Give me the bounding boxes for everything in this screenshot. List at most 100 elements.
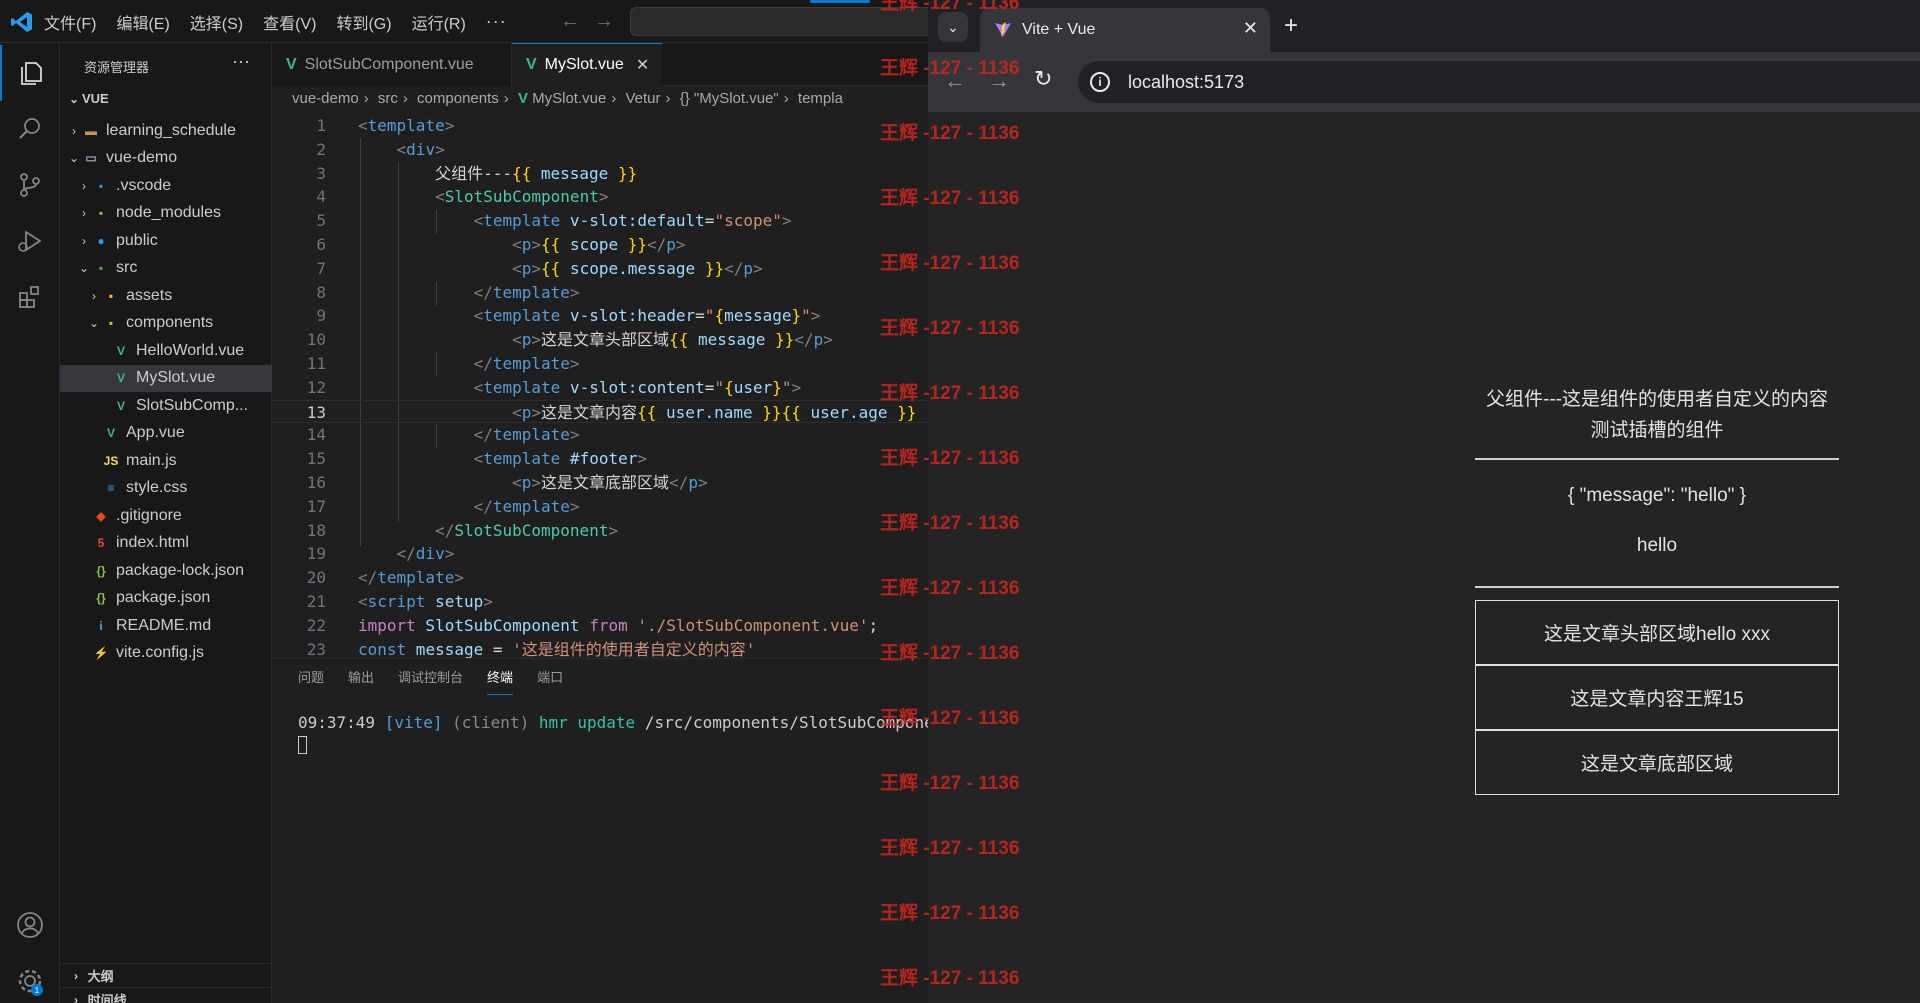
reload-icon[interactable]: ↻ (1034, 66, 1052, 92)
tree-item[interactable]: ⌄ ▪ components (60, 310, 272, 338)
outline-section[interactable]: › 大纲 (60, 963, 272, 987)
panel-tab[interactable]: 终端 (487, 667, 514, 695)
code-line[interactable]: 2 <div> (272, 138, 928, 162)
header-slot: 这是文章头部区域hello xxx (1475, 600, 1839, 665)
tree-item-label: style.css (126, 479, 188, 497)
address-bar[interactable]: i localhost:5173 (1078, 61, 1920, 103)
tree-item[interactable]: ⌄ ▭ vue-demo (60, 145, 272, 173)
code-line[interactable]: 6 <p>{{ scope }}</p> (272, 233, 928, 257)
code-line[interactable]: 4 <SlotSubComponent> (272, 185, 928, 209)
code-line[interactable]: 23 const message = '这是组件的使用者自定义的内容' (272, 638, 928, 658)
tree-item[interactable]: V SlotSubComp... (60, 392, 272, 420)
workspace-section[interactable]: ⌄ VUE (66, 91, 109, 106)
code-line[interactable]: 22 import SlotSubComponent from './SlotSu… (272, 614, 928, 638)
tree-item[interactable]: ◆ .gitignore (60, 502, 272, 530)
tree-item[interactable]: 5 index.html (60, 530, 272, 558)
menu-item[interactable]: 文件(F) (44, 10, 96, 34)
panel-tab[interactable]: 问题 (298, 667, 324, 695)
tree-item[interactable]: › ▪ assets (60, 282, 272, 310)
tree-item[interactable]: › ▪ node_modules (60, 200, 272, 228)
code-line[interactable]: 18 </SlotSubComponent> (272, 519, 928, 543)
run-debug-icon[interactable] (0, 213, 60, 269)
code-line[interactable]: 10 <p>这是文章头部区域{{ message }}</p> (272, 328, 928, 352)
tab-search-icon[interactable]: ⌄ (938, 12, 968, 42)
code-line[interactable]: 12 <template v-slot:content="{user}"> (272, 376, 928, 400)
forward-arrow-icon[interactable]: → (594, 10, 614, 32)
code-line[interactable]: 17 </template> (272, 495, 928, 519)
code-line[interactable]: 9 <template v-slot:header="{message}"> (272, 304, 928, 328)
tab-slotsubcomponent[interactable]: V SlotSubComponent.vue (272, 43, 512, 86)
breadcrumb-item[interactable]: components (417, 90, 499, 107)
code-line[interactable]: 8 </template> (272, 281, 928, 305)
tree-item[interactable]: › ● public (60, 227, 272, 255)
tree-item[interactable]: {} package-lock.json (60, 557, 272, 585)
tree-item[interactable]: ≡ style.css (60, 475, 272, 503)
tab-myslot[interactable]: V MySlot.vue ✕ (512, 43, 662, 86)
menu-item[interactable]: 运行(R) (412, 10, 466, 34)
account-icon[interactable] (0, 897, 60, 953)
settings-gear-icon[interactable]: 1 (0, 953, 60, 1003)
tree-item[interactable]: V HelloWorld.vue (60, 337, 272, 365)
tree-item[interactable]: {} package.json (60, 585, 272, 613)
code-line[interactable]: 21 <script setup> (272, 590, 928, 614)
chevron-icon: › (92, 288, 96, 303)
menu-item[interactable]: 选择(S) (190, 10, 243, 34)
tree-item[interactable]: ⚡ vite.config.js (60, 640, 272, 668)
terminal-output[interactable]: 09:37:49 [vite] (client) hmr update /src… (298, 713, 928, 758)
back-arrow-icon[interactable]: ← (560, 10, 580, 32)
explorer-more-icon[interactable]: ··· (232, 51, 250, 72)
close-tab-icon[interactable]: ✕ (636, 55, 649, 75)
tree-item-label: node_modules (116, 204, 221, 222)
vscode-logo-icon (11, 12, 32, 32)
tree-item[interactable]: V MySlot.vue (60, 364, 272, 392)
extensions-icon[interactable] (0, 269, 60, 325)
breadcrumb-item[interactable]: {} "MySlot.vue" (680, 90, 779, 107)
tree-item[interactable]: i README.md (60, 612, 272, 640)
code-line[interactable]: 14 </template> (272, 423, 928, 447)
site-info-icon[interactable]: i (1090, 72, 1110, 92)
new-tab-icon[interactable]: + (1284, 12, 1298, 40)
tree-item[interactable]: › ▪ .vscode (60, 172, 272, 200)
code-line[interactable]: 15 <template #footer> (272, 447, 928, 471)
breadcrumb-item[interactable]: Vetur (626, 90, 661, 107)
menu-item[interactable]: 查看(V) (263, 10, 316, 34)
breadcrumb-item[interactable]: src (378, 90, 398, 107)
code-line[interactable]: 7 <p>{{ scope.message }}</p> (272, 257, 928, 281)
breadcrumb-item[interactable]: templa (798, 90, 843, 107)
code-line[interactable]: 3 父组件---{{ message }} (272, 162, 928, 186)
breadcrumb-item[interactable]: MySlot.vue (532, 90, 606, 107)
tree-item[interactable]: JS main.js (60, 447, 272, 475)
source-control-icon[interactable] (0, 157, 60, 213)
code-line[interactable]: 11 </template> (272, 352, 928, 376)
code-line[interactable]: 19 </div> (272, 542, 928, 566)
search-icon[interactable] (0, 101, 60, 157)
code-text: </template> (473, 496, 580, 516)
breadcrumb-item[interactable]: vue-demo (292, 90, 359, 107)
browser-tab[interactable]: Vite + Vue ✕ (980, 8, 1270, 52)
timeline-section[interactable]: › 时间线 (60, 987, 272, 1003)
code-editor[interactable]: 1 <template> 2 <div> 3 父组件---{{ message }} 4… (272, 114, 928, 658)
folder-icon: ▬ (85, 123, 97, 138)
git-icon: ◆ (96, 508, 106, 523)
tree-item[interactable]: V App.vue (60, 420, 272, 448)
tree-item[interactable]: ⌄ ▪ src (60, 255, 272, 283)
line-number: 10 (306, 330, 326, 350)
tree-item[interactable]: › ▬ learning_schedule (60, 117, 272, 145)
line-number: 13 (306, 402, 326, 422)
panel-tab[interactable]: 调试控制台 (398, 667, 463, 695)
close-tab-icon[interactable]: ✕ (1243, 18, 1258, 39)
code-line[interactable]: 13 <p>这是文章内容{{ user.name }}{{ user.age }… (272, 399, 928, 424)
code-line[interactable]: 1 <template> (272, 114, 928, 138)
code-line[interactable]: 16 <p>这是文章底部区域</p> (272, 471, 928, 495)
menu-item[interactable]: 编辑(E) (116, 10, 169, 34)
code-line[interactable]: 5 <template v-slot:default="scope"> (272, 209, 928, 233)
panel-tab[interactable]: 端口 (537, 667, 563, 695)
menu-item[interactable]: 转到(G) (336, 10, 391, 34)
code-text: <template #footer> (473, 449, 647, 469)
menu-more-icon[interactable]: ··· (486, 11, 507, 32)
tree-item-label: .gitignore (116, 506, 182, 524)
code-text: <template> (358, 116, 455, 135)
panel-tab[interactable]: 输出 (348, 667, 374, 695)
code-line[interactable]: 20 </template> (272, 566, 928, 590)
explorer-icon[interactable] (0, 45, 60, 101)
